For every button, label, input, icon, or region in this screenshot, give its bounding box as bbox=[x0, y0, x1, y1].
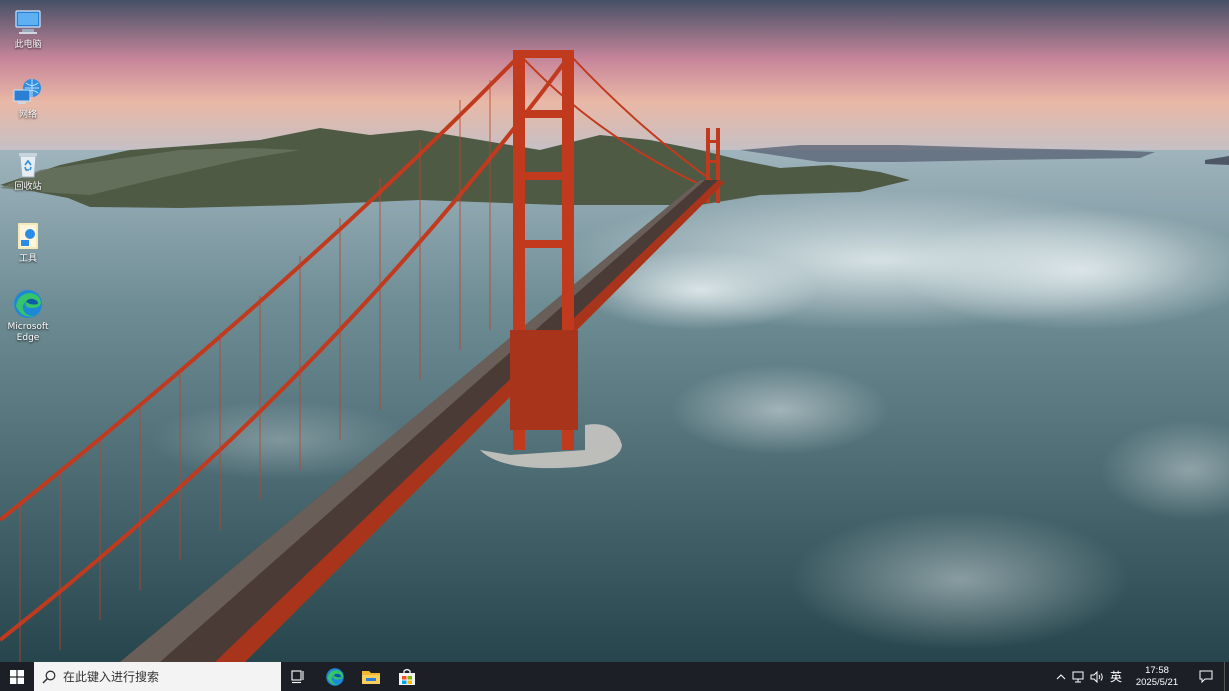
desktop-icon-label: 回收站 bbox=[14, 182, 42, 192]
recycle-bin-icon bbox=[19, 153, 37, 178]
edge-icon bbox=[326, 667, 344, 686]
taskbar-search-box[interactable]: 在此键入进行搜索 bbox=[34, 662, 281, 691]
volume-button[interactable] bbox=[1089, 670, 1105, 683]
desktop-icon-recycle-bin[interactable]: 回收站 bbox=[0, 148, 56, 193]
taskbar-app-edge[interactable] bbox=[317, 662, 353, 691]
desktop-icon-label: 此电脑 bbox=[14, 40, 42, 50]
edge-icon bbox=[14, 290, 42, 318]
notification-center-button[interactable] bbox=[1188, 662, 1224, 691]
taskbar-app-store[interactable] bbox=[389, 662, 425, 691]
desktop-icon-this-pc[interactable]: 此电脑 bbox=[0, 6, 56, 51]
network-status-button[interactable] bbox=[1071, 671, 1087, 683]
notification-icon bbox=[1199, 670, 1213, 683]
desktop-icon-label: 网络 bbox=[18, 110, 37, 120]
desktop[interactable]: 此电脑 网络 回收站 工具 Microsoft Edge bbox=[0, 0, 1229, 662]
desktop-icon-network[interactable]: 网络 bbox=[0, 76, 56, 121]
file-explorer-icon bbox=[362, 670, 380, 684]
clock-date: 2025/5/21 bbox=[1135, 676, 1179, 688]
clock-time: 17:58 bbox=[1145, 664, 1169, 676]
desktop-icon-label: 工具 bbox=[18, 254, 37, 264]
chevron-up-icon bbox=[1056, 673, 1066, 679]
taskbar: 在此键入进行搜索 英 17:58 2025/5/21 bbox=[0, 662, 1229, 691]
show-hidden-icons-button[interactable] bbox=[1053, 673, 1069, 681]
task-view-icon bbox=[291, 669, 304, 683]
desktop-icon-label: Microsoft Edge bbox=[7, 322, 49, 343]
tools-icon bbox=[18, 223, 38, 249]
network-icon bbox=[13, 79, 41, 104]
this-pc-icon bbox=[15, 10, 41, 34]
desktop-icon-edge[interactable]: Microsoft Edge bbox=[0, 288, 56, 344]
task-view-button[interactable] bbox=[281, 662, 317, 691]
speaker-icon bbox=[1090, 670, 1103, 683]
taskbar-app-file-explorer[interactable] bbox=[353, 662, 389, 691]
ime-indicator[interactable]: 英 bbox=[1106, 668, 1126, 685]
windows-logo-icon bbox=[10, 669, 24, 684]
clock[interactable]: 17:58 2025/5/21 bbox=[1126, 662, 1188, 691]
network-status-icon bbox=[1072, 671, 1084, 682]
search-icon bbox=[42, 670, 56, 684]
desktop-icon-tools[interactable]: 工具 bbox=[0, 220, 56, 265]
search-placeholder: 在此键入进行搜索 bbox=[63, 670, 160, 684]
start-button[interactable] bbox=[0, 662, 34, 691]
show-desktop-button[interactable] bbox=[1224, 662, 1229, 691]
system-tray: 英 17:58 2025/5/21 bbox=[1052, 662, 1229, 691]
wallpaper-golden-gate-bridge bbox=[0, 0, 1229, 662]
store-icon bbox=[399, 668, 415, 685]
